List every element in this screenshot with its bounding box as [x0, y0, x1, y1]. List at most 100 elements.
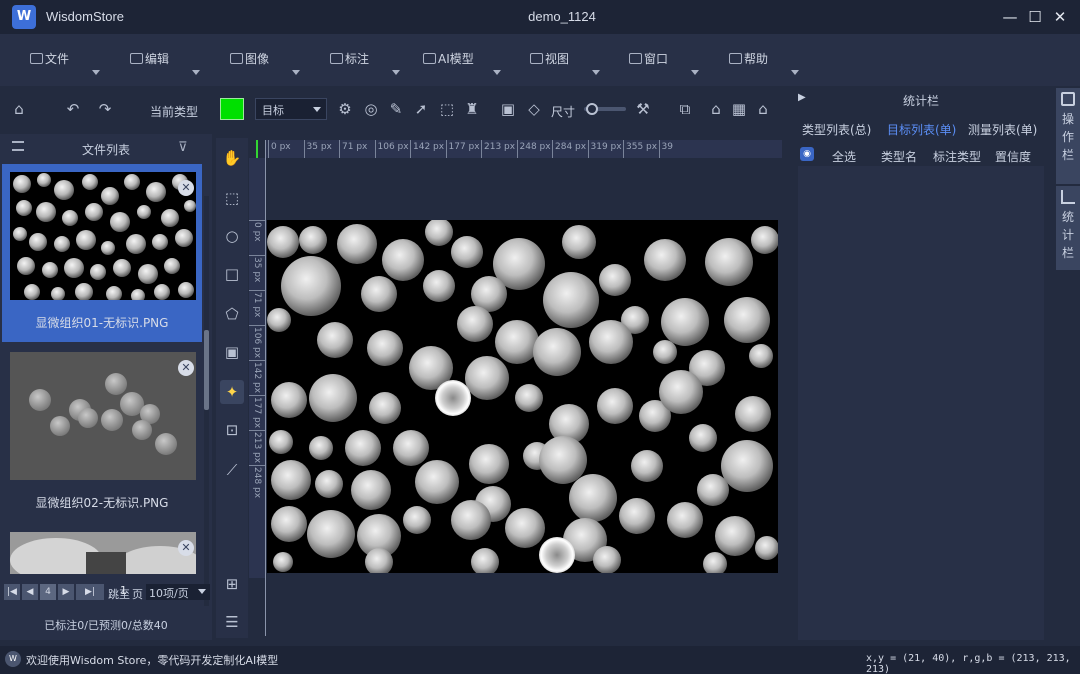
ruler-vertical: 0 px 35 px 71 px 106 px 142 px 177 px 213 px 24… — [249, 158, 265, 578]
layers-icon[interactable]: ⧉ — [674, 98, 696, 120]
image-canvas[interactable] — [267, 220, 778, 573]
file-thumbnail — [10, 352, 196, 480]
stamp-icon[interactable]: ♜ — [461, 98, 483, 120]
bar-chart-icon — [1061, 190, 1075, 204]
toolbox-tool-icon[interactable]: ▣ — [220, 340, 244, 364]
hand-icon[interactable]: ✋ — [220, 146, 244, 170]
tab-type-list[interactable]: 类型列表(总) — [802, 121, 871, 138]
tool-strip: ✋ ⬚ ○ □ ⬠ ▣ ✦ ⊡ ⟋ ⊞ ☰ — [216, 138, 248, 638]
menu-window-label: 窗口 — [644, 52, 669, 66]
side-tab-operations[interactable]: 操作栏 — [1056, 88, 1080, 184]
toolbox-icon[interactable]: ▣ — [497, 98, 519, 120]
pen-tool-icon[interactable]: ✎ — [385, 98, 407, 120]
house-settings-icon[interactable]: ⌂ — [705, 98, 727, 120]
filter-icon[interactable]: ⊽ — [178, 140, 188, 155]
pointer-icon[interactable]: ➚ — [410, 98, 432, 120]
page-unit-label: 页 — [132, 588, 143, 601]
menu-help[interactable]: 帮助 — [729, 50, 829, 75]
menu-ai-model[interactable]: AI模型 — [423, 50, 523, 75]
menu-window[interactable]: 窗口 — [629, 50, 729, 75]
menu-image[interactable]: 图像 — [230, 50, 330, 75]
help-icon — [729, 53, 742, 64]
rectangle-tool-icon[interactable]: □ — [220, 262, 244, 286]
side-tab-stats-label: 统计栏 — [1061, 210, 1074, 260]
ruler-y-tick — [249, 255, 265, 256]
ruler-x-tick: 142 px — [410, 140, 444, 158]
close-button[interactable]: ✕ — [1050, 7, 1070, 27]
menu-ai-model-label: AI模型 — [438, 52, 474, 66]
maximize-button[interactable]: ☐ — [1025, 7, 1045, 27]
ai-wand-icon[interactable]: ✦ — [220, 380, 244, 404]
particles-thumbnail-3 — [10, 532, 196, 574]
file-item[interactable]: ✕ 显微组织02-无标识.PNG — [2, 344, 202, 522]
ellipse-tool-icon[interactable]: ○ — [220, 224, 244, 248]
ruler-y-tick — [249, 395, 265, 396]
file-item[interactable]: ✕ 显微组织01-无标识.PNG — [2, 164, 202, 342]
house-star-icon[interactable]: ⌂ — [752, 98, 774, 120]
list-menu-icon[interactable]: ☰ — [220, 610, 244, 634]
file-item[interactable]: ✕ — [2, 524, 202, 574]
page-input[interactable]: 1 — [120, 584, 130, 600]
view-icon — [530, 53, 543, 64]
menu-annotate-label: 标注 — [345, 52, 370, 66]
type-color-swatch[interactable] — [220, 98, 244, 120]
ruler-x-tick: 71 px — [339, 140, 367, 158]
menu-edit[interactable]: 编辑 — [130, 50, 230, 75]
menu-file[interactable]: 文件 — [30, 50, 130, 75]
side-tab-operations-label: 操作栏 — [1061, 112, 1074, 162]
brush-settings-icon[interactable]: ⚒ — [632, 98, 654, 120]
home-icon[interactable]: ⌂ — [8, 98, 30, 120]
remove-file-icon[interactable]: ✕ — [178, 180, 194, 196]
file-list-scroll-thumb[interactable] — [204, 330, 209, 410]
menu-annotate[interactable]: 标注 — [330, 50, 430, 75]
type-select-value: 目标 — [262, 104, 284, 117]
eye-icon[interactable]: ◉ — [800, 147, 814, 161]
undo-icon[interactable]: ↶ — [62, 98, 84, 120]
ruler-origin-marker — [256, 140, 258, 158]
minimize-button[interactable]: — — [1000, 7, 1020, 27]
tab-target-list[interactable]: 目标列表(单) — [887, 121, 956, 138]
grid-icon[interactable]: ▦ — [728, 98, 750, 120]
next-page-button[interactable]: ▶ — [58, 584, 74, 600]
line-chart-icon[interactable]: ⟋ — [220, 458, 244, 482]
menu-view[interactable]: 视图 — [530, 50, 630, 75]
menu-image-label: 图像 — [245, 52, 270, 66]
ruler-y-label: 213 px — [252, 432, 262, 464]
size-slider-handle[interactable] — [586, 103, 598, 115]
status-message: 欢迎使用Wisdom Store，零代码开发定制化AI模型 — [26, 654, 279, 667]
edit-points-icon[interactable]: ⊡ — [220, 418, 244, 442]
ruler-x-tick: 284 px — [552, 140, 586, 158]
file-thumbnail — [10, 532, 196, 574]
ruler-y-tick — [249, 220, 265, 221]
remove-file-icon[interactable]: ✕ — [178, 540, 194, 556]
polygon-tool-icon[interactable]: ⬠ — [220, 302, 244, 326]
per-page-select[interactable]: 10项/页 — [146, 584, 210, 600]
tab-measure-list[interactable]: 测量列表(单) — [968, 121, 1037, 138]
ruler-y-label: 0 px — [252, 222, 262, 242]
side-tab-stats[interactable]: 统计栏 — [1056, 186, 1080, 270]
micrograph-image — [267, 220, 778, 573]
annotate-icon — [330, 53, 343, 64]
redo-icon[interactable]: ↷ — [94, 98, 116, 120]
menu-bar: 文件 编辑 图像 标注 AI模型 视图 窗口 帮助 — [0, 34, 1080, 86]
per-page-value: 10项/页 — [149, 587, 189, 600]
crop-icon[interactable]: ⬚ — [436, 98, 458, 120]
chevron-down-icon — [313, 107, 321, 112]
ai-icon[interactable]: ◎ — [360, 98, 382, 120]
cube-icon — [423, 53, 436, 64]
stats-table-header: ◉ 全选 类型名 标注类型 置信度 — [798, 142, 1044, 166]
last-page-button[interactable]: ▶| — [76, 584, 104, 600]
eraser-icon[interactable]: ◇ — [523, 98, 545, 120]
ruler-y-tick — [249, 325, 265, 326]
calculator-icon[interactable]: ⊞ — [220, 572, 244, 596]
first-page-button[interactable]: |◀ — [4, 584, 20, 600]
select-icon[interactable]: ⬚ — [220, 186, 244, 210]
settings-icon[interactable]: ⚙ — [334, 98, 356, 120]
page-number[interactable]: 4 — [40, 584, 56, 600]
chevron-down-icon — [192, 70, 200, 75]
prev-page-button[interactable]: ◀ — [22, 584, 38, 600]
remove-file-icon[interactable]: ✕ — [178, 360, 194, 376]
type-select[interactable]: 目标 — [255, 98, 327, 120]
select-all-header[interactable]: 全选 — [832, 148, 856, 165]
size-label: 尺寸 — [551, 105, 576, 119]
